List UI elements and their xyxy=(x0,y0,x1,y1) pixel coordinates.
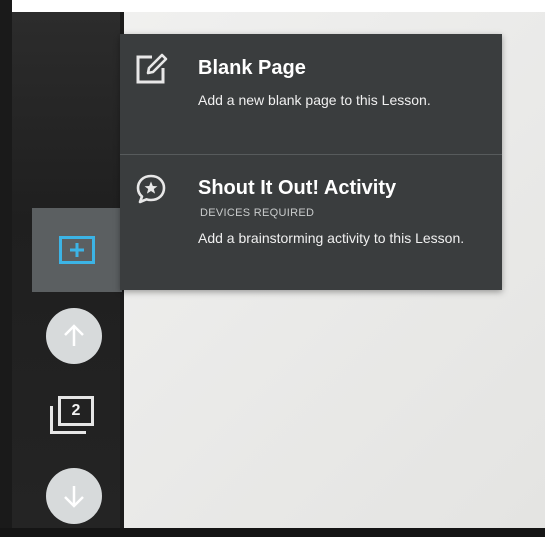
speech-star-icon xyxy=(136,174,166,204)
previous-page-button[interactable] xyxy=(46,308,102,364)
arrow-down-icon xyxy=(64,486,84,508)
page-count: 2 xyxy=(58,396,94,426)
next-page-button[interactable] xyxy=(46,468,102,524)
add-box-icon xyxy=(59,236,95,264)
add-page-menu: Blank Page Add a new blank page to this … xyxy=(120,34,502,290)
screen-bezel-left xyxy=(0,0,12,537)
arrow-up-icon xyxy=(64,324,84,346)
menu-item-blank-page[interactable]: Blank Page Add a new blank page to this … xyxy=(120,34,502,154)
menu-item-shout-it-out[interactable]: Shout It Out! Activity DEVICES REQUIRED … xyxy=(120,155,502,290)
add-page-button[interactable] xyxy=(32,208,122,292)
menu-item-description: Add a new blank page to this Lesson. xyxy=(198,92,431,108)
devices-required-badge: DEVICES REQUIRED xyxy=(200,207,315,219)
page-counter[interactable]: 2 xyxy=(50,396,100,436)
menu-item-title: Blank Page xyxy=(198,57,306,79)
menu-item-title: Shout It Out! Activity xyxy=(198,177,397,199)
edit-page-icon xyxy=(136,53,168,84)
menu-item-description: Add a brainstorming activity to this Les… xyxy=(198,230,465,246)
screen-bezel-bottom xyxy=(0,528,545,537)
